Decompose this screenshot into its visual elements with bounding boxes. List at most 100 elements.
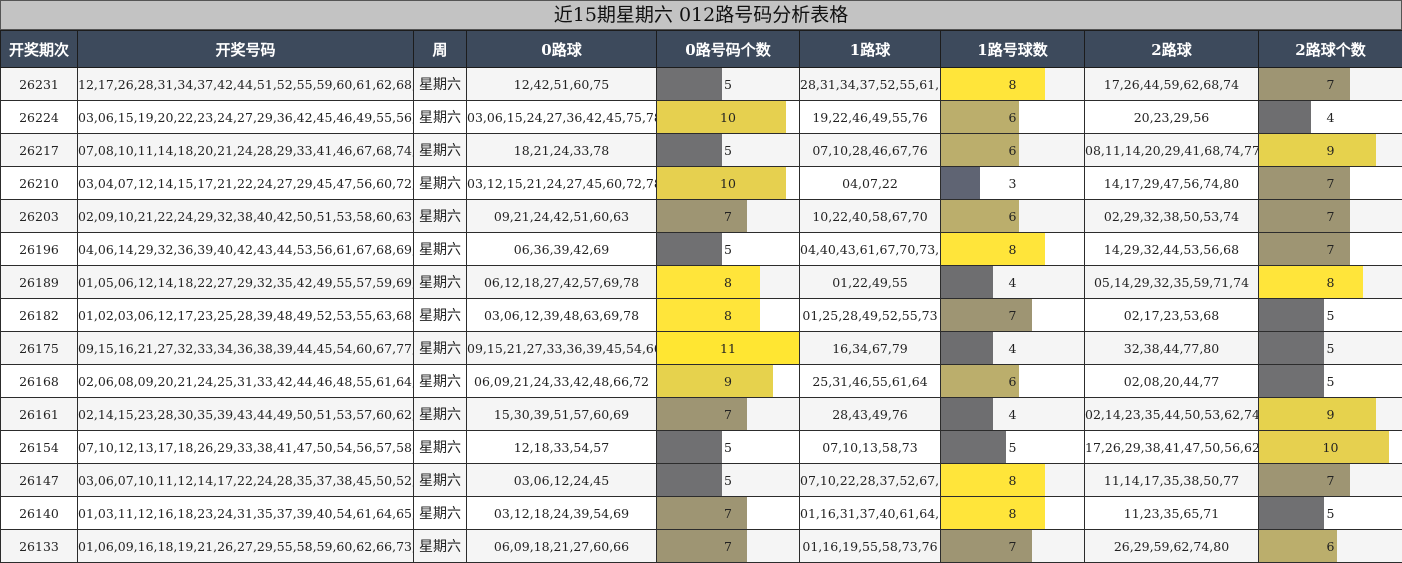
route2-cell: 17,26,44,59,62,68,74	[1085, 68, 1259, 101]
count-bar	[657, 134, 722, 166]
numbers-cell: 01,03,11,12,16,18,23,24,31,35,37,39,40,5…	[78, 497, 414, 530]
issue-cell: 26182	[1, 299, 78, 332]
count-value: 5	[1327, 506, 1335, 521]
route2-cell: 11,23,35,65,71	[1085, 497, 1259, 530]
count-bar	[1259, 167, 1350, 199]
count-bar	[941, 332, 993, 364]
route0-count-cell: 10	[657, 101, 800, 134]
route2-count-cell: 7	[1259, 68, 1402, 101]
route2-cell: 32,38,44,77,80	[1085, 332, 1259, 365]
count-value: 9	[1327, 407, 1335, 422]
count-value: 5	[1009, 440, 1017, 455]
count-bar	[941, 167, 980, 199]
route1-cell: 04,07,22	[800, 167, 941, 200]
route1-count-cell: 7	[941, 530, 1085, 563]
route0-cell: 09,15,21,27,33,36,39,45,54,60,78	[467, 332, 657, 365]
issue-cell: 26161	[1, 398, 78, 431]
count-value: 10	[720, 110, 736, 125]
issue-cell: 26210	[1, 167, 78, 200]
route0-cell: 03,12,18,24,39,54,69	[467, 497, 657, 530]
header-route0-count: 0路号码个数	[657, 31, 800, 68]
route0-cell: 03,12,15,21,24,27,45,60,72,78	[467, 167, 657, 200]
count-bar	[941, 497, 1045, 529]
route0-count-cell: 7	[657, 398, 800, 431]
route0-cell: 12,42,51,60,75	[467, 68, 657, 101]
route1-count-cell: 4	[941, 332, 1085, 365]
header-numbers: 开奖号码	[78, 31, 414, 68]
table-row: 2615407,10,12,13,17,18,26,29,33,38,41,47…	[1, 431, 1402, 464]
numbers-cell: 01,02,03,06,12,17,23,25,28,39,48,49,52,5…	[78, 299, 414, 332]
count-value: 4	[1009, 275, 1017, 290]
count-bar	[941, 266, 993, 298]
count-value: 7	[1327, 473, 1335, 488]
weekday-cell: 星期六	[414, 68, 467, 101]
numbers-cell: 01,06,09,16,18,19,21,26,27,29,55,58,59,6…	[78, 530, 414, 563]
route1-count-cell: 3	[941, 167, 1085, 200]
count-value: 9	[724, 374, 732, 389]
numbers-cell: 03,04,07,12,14,15,17,21,22,24,27,29,45,4…	[78, 167, 414, 200]
table-body: 2623112,17,26,28,31,34,37,42,44,51,52,55…	[1, 68, 1402, 563]
route0-cell: 12,18,33,54,57	[467, 431, 657, 464]
header-route1-count: 1路号球数	[941, 31, 1085, 68]
weekday-cell: 星期六	[414, 398, 467, 431]
route1-cell: 01,25,28,49,52,55,73	[800, 299, 941, 332]
header-route2: 2路球	[1085, 31, 1259, 68]
route0-cell: 06,09,21,24,33,42,48,66,72	[467, 365, 657, 398]
count-value: 8	[1009, 473, 1017, 488]
route0-cell: 03,06,12,24,45	[467, 464, 657, 497]
route2-count-cell: 4	[1259, 101, 1402, 134]
issue-cell: 26154	[1, 431, 78, 464]
route1-count-cell: 6	[941, 134, 1085, 167]
issue-cell: 26217	[1, 134, 78, 167]
count-bar	[657, 68, 722, 100]
count-bar	[1259, 134, 1376, 166]
route0-cell: 18,21,24,33,78	[467, 134, 657, 167]
weekday-cell: 星期六	[414, 101, 467, 134]
count-bar	[657, 365, 773, 397]
table-row: 2621707,08,10,11,14,18,20,21,24,28,29,33…	[1, 134, 1402, 167]
route0-count-cell: 5	[657, 68, 800, 101]
issue-cell: 26231	[1, 68, 78, 101]
weekday-cell: 星期六	[414, 134, 467, 167]
route1-count-cell: 5	[941, 431, 1085, 464]
table-title: 近15期星期六 012路号码分析表格	[0, 0, 1402, 30]
route1-cell: 04,40,43,61,67,70,73,79	[800, 233, 941, 266]
count-value: 5	[1327, 341, 1335, 356]
count-bar	[657, 398, 747, 430]
count-value: 8	[1327, 275, 1335, 290]
count-value: 11	[720, 341, 736, 356]
route2-cell: 02,14,23,35,44,50,53,62,74	[1085, 398, 1259, 431]
route1-count-cell: 8	[941, 68, 1085, 101]
header-issue: 开奖期次	[1, 31, 78, 68]
weekday-cell: 星期六	[414, 200, 467, 233]
header-row: 开奖期次 开奖号码 周 0路球 0路号码个数 1路球 1路号球数 2路球 2路球…	[1, 31, 1402, 68]
issue-cell: 26140	[1, 497, 78, 530]
route2-count-cell: 5	[1259, 497, 1402, 530]
count-value: 6	[1009, 209, 1017, 224]
route0-cell: 15,30,39,51,57,60,69	[467, 398, 657, 431]
route1-count-cell: 8	[941, 233, 1085, 266]
route1-cell: 07,10,22,28,37,52,67,79	[800, 464, 941, 497]
numbers-cell: 09,15,16,21,27,32,33,34,36,38,39,44,45,5…	[78, 332, 414, 365]
count-value: 7	[724, 506, 732, 521]
route2-count-cell: 5	[1259, 332, 1402, 365]
route0-count-cell: 5	[657, 431, 800, 464]
count-value: 5	[724, 143, 732, 158]
route1-count-cell: 6	[941, 365, 1085, 398]
count-value: 7	[1327, 209, 1335, 224]
count-bar	[941, 233, 1045, 265]
analysis-table: 开奖期次 开奖号码 周 0路球 0路号码个数 1路球 1路号球数 2路球 2路球…	[0, 30, 1402, 563]
route1-count-cell: 8	[941, 464, 1085, 497]
route0-count-cell: 7	[657, 530, 800, 563]
table-row: 2614703,06,07,10,11,12,14,17,22,24,28,35…	[1, 464, 1402, 497]
route0-count-cell: 7	[657, 200, 800, 233]
route0-count-cell: 9	[657, 365, 800, 398]
route2-count-cell: 10	[1259, 431, 1402, 464]
route2-count-cell: 5	[1259, 365, 1402, 398]
route1-cell: 25,31,46,55,61,64	[800, 365, 941, 398]
route1-cell: 28,43,49,76	[800, 398, 941, 431]
numbers-cell: 07,08,10,11,14,18,20,21,24,28,29,33,41,4…	[78, 134, 414, 167]
count-value: 6	[1327, 539, 1335, 554]
table-row: 2619604,06,14,29,32,36,39,40,42,43,44,53…	[1, 233, 1402, 266]
count-bar	[1259, 464, 1350, 496]
